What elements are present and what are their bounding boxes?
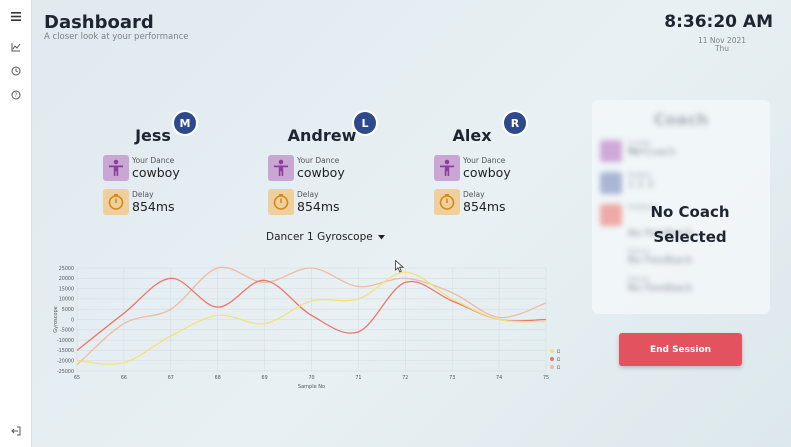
y-tick-label: 25000 bbox=[59, 266, 74, 272]
chart-icon[interactable] bbox=[10, 41, 22, 53]
x-tick-label: 73 bbox=[449, 375, 455, 381]
coach-title: Coach bbox=[653, 110, 709, 129]
legend-label: D1 GyroY bbox=[557, 357, 560, 363]
dance-label: Your Dance bbox=[463, 156, 506, 165]
help-icon[interactable]: ? bbox=[10, 89, 22, 101]
position-badge: R bbox=[504, 112, 526, 134]
x-tick-label: 69 bbox=[262, 375, 268, 381]
y-tick-label: -15000 bbox=[57, 348, 74, 354]
svg-text:?: ? bbox=[14, 92, 17, 99]
dance-info: Your Dance cowboy bbox=[434, 155, 554, 181]
menu-icon[interactable] bbox=[10, 10, 22, 22]
page-title: Dashboard bbox=[44, 12, 154, 33]
delay-info: Delay 854ms bbox=[434, 189, 554, 215]
y-tick-label: 15000 bbox=[59, 286, 74, 292]
dance-info: Your Dance cowboy bbox=[103, 155, 223, 181]
dancer-card-2: Andrew L Your Dance cowboy Delay 854ms bbox=[268, 112, 388, 222]
y-tick-label: -20000 bbox=[57, 359, 74, 365]
x-tick-label: 75 bbox=[543, 375, 549, 381]
legend-marker bbox=[550, 365, 554, 369]
legend-marker bbox=[550, 349, 554, 353]
coach-row-value: 1 2 3 bbox=[628, 179, 654, 190]
dance-info: Your Dance cowboy bbox=[268, 155, 388, 181]
x-tick-label: 74 bbox=[496, 375, 502, 381]
coach-row-value: No Feedback bbox=[628, 255, 693, 266]
delay-value: 854ms bbox=[463, 199, 506, 214]
dancer-card-3: Alex R Your Dance cowboy Delay 854ms bbox=[434, 112, 554, 222]
x-tick-label: 70 bbox=[308, 375, 314, 381]
clock-icon[interactable] bbox=[10, 65, 22, 77]
delay-value: 854ms bbox=[132, 199, 175, 214]
coach-row-value: No Coach bbox=[628, 147, 676, 158]
y-tick-label: 0 bbox=[71, 317, 74, 323]
dance-value: cowboy bbox=[297, 165, 345, 180]
y-tick-label: -25000 bbox=[57, 369, 74, 375]
x-tick-label: 68 bbox=[215, 375, 221, 381]
y-tick-label: 10000 bbox=[59, 297, 74, 303]
x-axis-label: Sample No bbox=[298, 384, 325, 390]
x-tick-label: 67 bbox=[168, 375, 174, 381]
delay-label: Delay bbox=[463, 190, 485, 199]
x-tick-label: 65 bbox=[74, 375, 80, 381]
delay-label: Delay bbox=[297, 190, 319, 199]
dancer-card-1: Jess M Your Dance cowboy Delay 854ms bbox=[103, 112, 223, 222]
no-coach-message: No Coach Selected bbox=[620, 200, 760, 250]
timer-icon bbox=[434, 189, 460, 215]
timer-icon bbox=[268, 189, 294, 215]
timer-icon bbox=[103, 189, 129, 215]
y-tick-label: -5000 bbox=[60, 328, 74, 334]
delay-info: Delay 854ms bbox=[268, 189, 388, 215]
x-tick-label: 72 bbox=[402, 375, 408, 381]
mouse-cursor-icon bbox=[395, 258, 405, 277]
logout-icon[interactable] bbox=[10, 425, 22, 437]
person-icon bbox=[268, 155, 294, 181]
position-icon bbox=[600, 172, 622, 194]
feedback-icon bbox=[600, 204, 622, 226]
person-icon bbox=[600, 140, 622, 162]
delay-value: 854ms bbox=[297, 199, 340, 214]
dance-label: Your Dance bbox=[132, 156, 175, 165]
x-tick-label: 66 bbox=[121, 375, 127, 381]
page-subtitle: A closer look at your performance bbox=[44, 32, 189, 42]
gyroscope-chart: 25000 20000 15000 10000 5000 0 -5000 -10000 -150… bbox=[53, 266, 560, 390]
dance-value: cowboy bbox=[132, 165, 180, 180]
coach-row-value: No Feedback bbox=[628, 283, 693, 294]
legend-label: D1 GyroZ bbox=[557, 349, 560, 355]
clock: 8:36:20 AM bbox=[664, 12, 773, 32]
person-icon bbox=[103, 155, 129, 181]
gyroscope-dropdown[interactable]: Dancer 1 Gyroscope bbox=[266, 231, 386, 243]
dance-value: cowboy bbox=[463, 165, 511, 180]
end-session-button[interactable]: End Session bbox=[619, 333, 742, 366]
no-coach-line2: Selected bbox=[653, 228, 727, 246]
y-tick-label: 5000 bbox=[62, 307, 74, 313]
dance-label: Your Dance bbox=[297, 156, 340, 165]
legend-marker bbox=[550, 357, 554, 361]
weekday: Thu bbox=[714, 44, 730, 53]
y-tick-label: 20000 bbox=[59, 276, 74, 282]
gyroscope-dropdown-label: Dancer 1 Gyroscope bbox=[266, 231, 373, 243]
no-coach-line1: No Coach bbox=[650, 203, 730, 221]
x-tick-label: 71 bbox=[355, 375, 361, 381]
person-icon bbox=[434, 155, 460, 181]
position-badge: M bbox=[174, 112, 196, 134]
sidebar: ? bbox=[0, 0, 32, 447]
y-axis-label: Gyroscope bbox=[53, 306, 59, 333]
legend-label: D1 GyroX bbox=[557, 365, 560, 371]
caret-down-icon bbox=[378, 231, 386, 243]
coach-row-label: Position bbox=[628, 172, 652, 179]
delay-info: Delay 854ms bbox=[103, 189, 223, 215]
position-badge: L bbox=[354, 112, 376, 134]
delay-label: Delay bbox=[132, 190, 154, 199]
y-tick-label: -10000 bbox=[57, 338, 74, 344]
